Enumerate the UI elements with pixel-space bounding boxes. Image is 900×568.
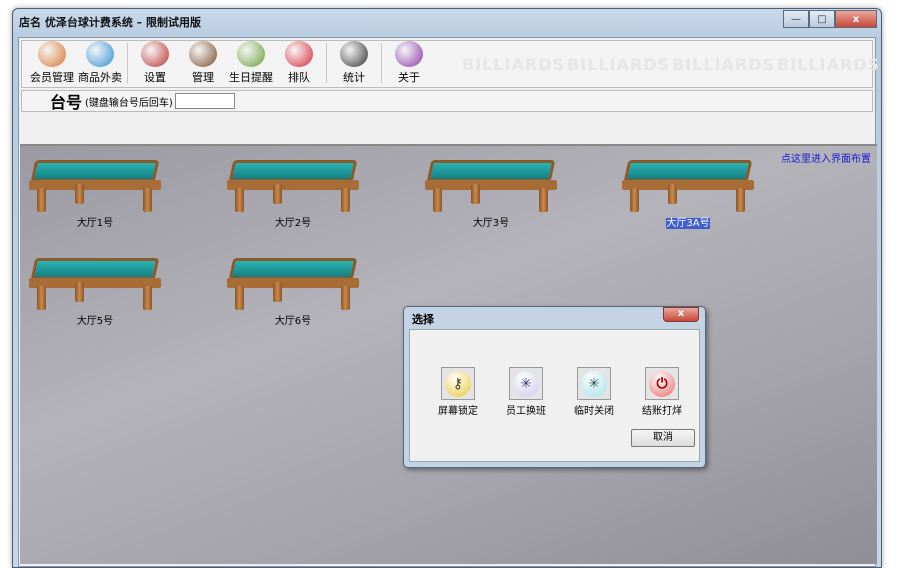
billiard-table[interactable]: 大厅6号 xyxy=(223,254,363,334)
table-top xyxy=(228,258,358,280)
dialog-close-button[interactable]: x xyxy=(663,307,699,322)
toolbar-button-0[interactable]: 会员管理 xyxy=(28,41,76,87)
toolbar-button-5[interactable]: 排队 xyxy=(275,41,323,87)
action-label: 结账打烊 xyxy=(642,406,682,417)
watermark: BILLIARDS xyxy=(462,55,565,74)
table-number-input[interactable] xyxy=(174,93,235,109)
watermark: BILLIARDS xyxy=(777,55,880,74)
app-window: 店名 优泽台球计费系统 – 限制试用版 — □ x BILLIARDS BILL… xyxy=(12,8,882,568)
table-label: 大厅1号 xyxy=(76,218,114,229)
billiard-table[interactable]: 大厅3号 xyxy=(421,156,561,236)
toolbar-button-7[interactable]: 关于 xyxy=(385,41,433,87)
toolbar-button-6[interactable]: 统计 xyxy=(330,41,378,87)
table-top xyxy=(30,160,160,182)
toolbar-label: 商品外卖 xyxy=(78,71,122,84)
spinner-icon: ✳ xyxy=(581,370,607,397)
toolbar-button-3[interactable]: 管理 xyxy=(179,41,227,87)
toolbar-separator xyxy=(381,43,382,83)
billiard-table[interactable]: 大厅2号 xyxy=(223,156,363,236)
table-label: 大厅6号 xyxy=(274,316,312,327)
table-label: 大厅3号 xyxy=(472,218,510,229)
toolbar-label: 生日提醒 xyxy=(229,71,273,84)
minimize-button[interactable]: — xyxy=(783,10,809,28)
chart-down-icon xyxy=(285,41,313,67)
table-number-label: 台号 xyxy=(50,93,83,112)
tools-icon xyxy=(141,41,169,67)
table-number-row: 台号 (键盘输台号后回车) xyxy=(21,90,873,112)
table-label: 大厅3A号 xyxy=(666,218,710,229)
table-number-hint: (键盘输台号后回车) xyxy=(85,97,173,109)
key-icon: ⚷ xyxy=(445,370,471,397)
table-label: 大厅2号 xyxy=(274,218,312,229)
toolbar-label: 统计 xyxy=(343,71,365,84)
toolbar-label: 关于 xyxy=(398,71,420,84)
billiard-table[interactable]: 大厅5号 xyxy=(25,254,165,334)
toolbar-button-1[interactable]: 商品外卖 xyxy=(76,41,124,87)
spinner-icon: ✳ xyxy=(513,370,539,397)
close-button[interactable]: x xyxy=(835,10,877,28)
layout-setup-link[interactable]: 点这里进入界面布置 xyxy=(781,150,871,165)
watermark: BILLIARDS xyxy=(672,55,775,74)
watermark: BILLIARDS xyxy=(567,55,670,74)
table-top xyxy=(623,160,753,182)
billiard-table[interactable]: 大厅1号 xyxy=(25,156,165,236)
power-icon: ⏻ xyxy=(649,370,675,397)
window-title: 店名 优泽台球计费系统 – 限制试用版 xyxy=(19,16,201,29)
help-icon xyxy=(395,41,423,67)
table-label: 大厅5号 xyxy=(76,316,114,327)
toolbar-label: 会员管理 xyxy=(30,71,74,84)
table-top xyxy=(228,160,358,182)
dialog-title: 选择 xyxy=(412,313,434,326)
dialog-action-button[interactable]: ✳ 员工换班 xyxy=(496,367,556,417)
toolbar-button-2[interactable]: 设置 xyxy=(131,41,179,87)
toolbar-separator xyxy=(326,43,327,83)
dialog-action-button[interactable]: ⚷ 屏幕锁定 xyxy=(428,367,488,417)
manager-icon xyxy=(189,41,217,67)
toolbar-label: 管理 xyxy=(192,71,214,84)
billiard-table[interactable]: 大厅3A号 xyxy=(618,156,758,236)
toolbar-button-4[interactable]: 生日提醒 xyxy=(227,41,275,87)
action-label: 员工换班 xyxy=(506,406,546,417)
maximize-button[interactable]: □ xyxy=(809,10,835,28)
toolbar-separator xyxy=(127,43,128,83)
dialog-action-button[interactable]: ⏻ 结账打烊 xyxy=(632,367,692,417)
select-dialog: 选择 x ⚷ 屏幕锁定 ✳ 员工换班 ✳ 临时关闭 ⏻ 结账打烊 取消 xyxy=(403,306,706,468)
toolbar-label: 设置 xyxy=(144,71,166,84)
report-icon xyxy=(340,41,368,67)
group-icon xyxy=(237,41,265,67)
table-top xyxy=(426,160,556,182)
pie-chart-icon xyxy=(86,41,114,67)
action-label: 临时关闭 xyxy=(574,406,614,417)
toolbar: BILLIARDS BILLIARDS BILLIARDS BILLIARDS … xyxy=(21,40,879,88)
table-top xyxy=(30,258,160,280)
client-area: BILLIARDS BILLIARDS BILLIARDS BILLIARDS … xyxy=(18,37,879,567)
toolbar-label: 排队 xyxy=(288,71,310,84)
action-label: 屏幕锁定 xyxy=(438,406,478,417)
cancel-button[interactable]: 取消 xyxy=(631,429,695,447)
members-icon xyxy=(38,41,66,67)
dialog-action-button[interactable]: ✳ 临时关闭 xyxy=(564,367,624,417)
